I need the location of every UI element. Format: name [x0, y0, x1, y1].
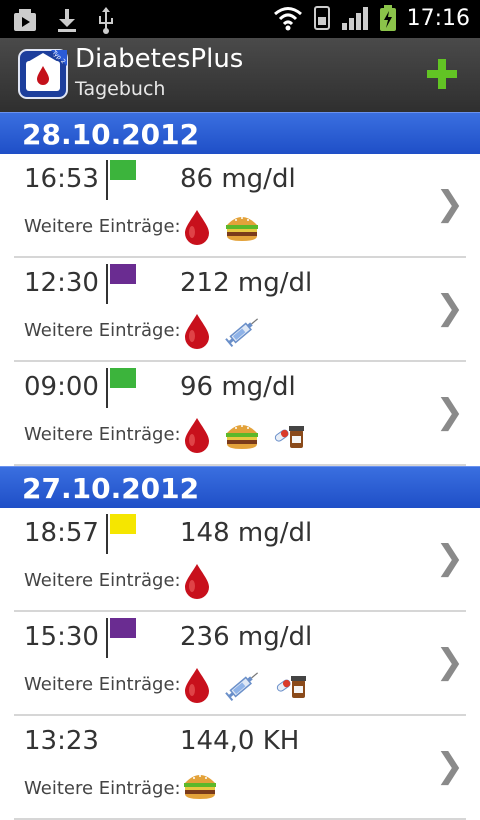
wifi-icon [273, 7, 302, 31]
diary-entry[interactable]: 09:00 96 mg/dl Weitere Einträge: ❯ [0, 362, 480, 466]
entry-value: 212 mg/dl [180, 268, 313, 298]
add-entry-button[interactable] [424, 56, 460, 92]
chevron-right-icon[interactable]: ❯ [436, 538, 465, 578]
syringe-icon [224, 313, 262, 353]
signal-icon [341, 7, 368, 30]
entry-icons [182, 666, 308, 708]
entry-icons [182, 312, 262, 354]
blood-drop-icon [182, 666, 212, 708]
syringe-icon [224, 667, 262, 707]
entry-time: 12:30 [24, 268, 99, 298]
blood-drop-icon [182, 208, 212, 250]
entry-icons [182, 562, 212, 604]
further-entries-label: Weitere Einträge: [24, 778, 181, 799]
entry-icons [182, 416, 306, 458]
diary-list[interactable]: 28.10.2012 16:53 86 mg/dl Weitere Einträge:… [0, 112, 480, 820]
app-subtitle: Tagebuch [75, 78, 166, 100]
entry-value: 144,0 KH [180, 726, 300, 756]
entry-value: 148 mg/dl [180, 518, 313, 548]
app-logo-icon[interactable]: Typ 2 [18, 49, 68, 99]
chevron-right-icon[interactable]: ❯ [436, 642, 465, 682]
blood-drop-icon [182, 416, 212, 458]
further-entries-label: Weitere Einträge: [24, 320, 181, 341]
entry-time: 09:00 [24, 372, 99, 402]
further-entries-label: Weitere Einträge: [24, 570, 181, 591]
medication-icon [272, 420, 306, 454]
burger-icon [224, 420, 260, 454]
usb-icon [99, 7, 113, 34]
action-bar: Typ 2 DiabetesPlus Tagebuch [0, 38, 480, 112]
flag-icon [106, 264, 136, 304]
flag-icon [106, 160, 136, 200]
entry-icons [182, 208, 260, 250]
entry-value: 96 mg/dl [180, 372, 296, 402]
app-title: DiabetesPlus [75, 44, 244, 74]
download-icon [58, 9, 76, 32]
flag-icon [106, 514, 136, 554]
diary-entry[interactable]: 18:57 148 mg/dl Weitere Einträge: ❯ [0, 508, 480, 612]
sim-icon [313, 6, 330, 30]
further-entries-label: Weitere Einträge: [24, 424, 181, 445]
burger-icon [224, 212, 260, 246]
media-play-icon [14, 9, 36, 31]
entry-time: 16:53 [24, 164, 99, 194]
blood-drop-icon [182, 312, 212, 354]
entry-time: 13:23 [24, 726, 99, 756]
entry-value: 236 mg/dl [180, 622, 313, 652]
diary-entry[interactable]: 16:53 86 mg/dl Weitere Einträge: ❯ [0, 154, 480, 258]
chevron-right-icon[interactable]: ❯ [436, 392, 465, 432]
blood-drop-icon [182, 562, 212, 604]
date-header: 27.10.2012 [0, 466, 480, 508]
diary-entry[interactable]: 12:30 212 mg/dl Weitere Einträge: ❯ [0, 258, 480, 362]
date-header: 28.10.2012 [0, 112, 480, 154]
clock: 17:16 [406, 5, 470, 31]
burger-icon [182, 770, 218, 804]
chevron-right-icon[interactable]: ❯ [436, 184, 465, 224]
chevron-right-icon[interactable]: ❯ [436, 288, 465, 328]
flag-icon [106, 368, 136, 408]
status-bar: 17:16 [0, 0, 480, 38]
further-entries-label: Weitere Einträge: [24, 674, 181, 695]
medication-icon [274, 670, 308, 704]
entry-time: 15:30 [24, 622, 99, 652]
entry-value: 86 mg/dl [180, 164, 296, 194]
divider [14, 464, 466, 466]
flag-icon [106, 618, 136, 658]
diary-entry[interactable]: 15:30 236 mg/dl Weitere Einträge: ❯ [0, 612, 480, 716]
battery-charging-icon [379, 5, 396, 31]
entry-time: 18:57 [24, 518, 99, 548]
diary-entry[interactable]: 13:23 144,0 KH Weitere Einträge: ❯ [0, 716, 480, 820]
further-entries-label: Weitere Einträge: [24, 216, 181, 237]
chevron-right-icon[interactable]: ❯ [436, 746, 465, 786]
entry-icons [182, 770, 218, 804]
